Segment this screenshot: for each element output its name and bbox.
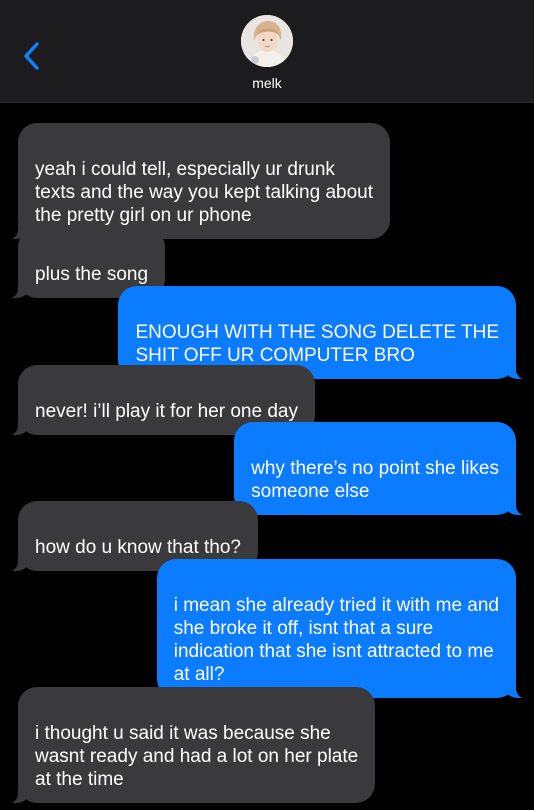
message-text: i mean she already tried it with me and … (173, 595, 499, 685)
contact-name[interactable]: melk (0, 75, 534, 91)
back-button[interactable] (14, 38, 48, 74)
message-text: how do u know that tho? (35, 537, 241, 558)
sent-message[interactable]: why there’s no point she likes someone e… (234, 422, 528, 515)
avatar[interactable] (241, 15, 293, 67)
message-text: ENOUGH WITH THE SONG DELETE THE SHIT OFF… (135, 322, 499, 366)
message-text: yeah i could tell, especially ur drunk t… (35, 159, 373, 226)
contact-photo (241, 15, 293, 67)
message-thread: yeah i could tell, especially ur drunk t… (0, 103, 534, 810)
message-text: never! i’ll play it for her one day (35, 401, 298, 422)
message-text: plus the song (35, 264, 149, 285)
message-text: why there’s no point she likes someone e… (251, 458, 499, 502)
chevron-left-icon (24, 42, 39, 70)
received-message[interactable]: i thought u said it was because she wasn… (5, 687, 376, 803)
conversation-header: melk (0, 0, 534, 103)
message-text: i thought u said it was because she wasn… (35, 723, 359, 790)
received-message[interactable]: yeah i could tell, especially ur drunk t… (6, 123, 390, 239)
sent-message[interactable]: ENOUGH WITH THE SONG DELETE THE SHIT OFF… (118, 286, 528, 379)
sent-message[interactable]: i mean she already tried it with me and … (156, 559, 529, 698)
